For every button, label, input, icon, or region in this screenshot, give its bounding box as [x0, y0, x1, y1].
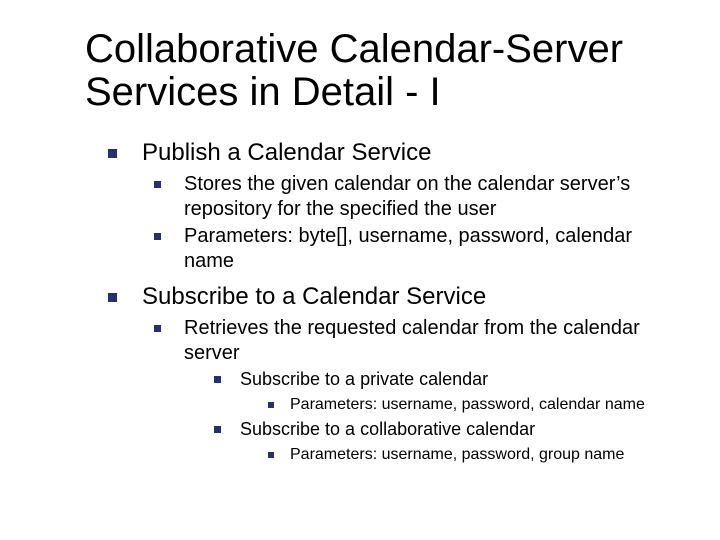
body-text: Parameters: username, password, group na…: [290, 446, 624, 463]
slide-title: Collaborative Calendar-Server Services i…: [85, 28, 680, 114]
list-item: Retrieves the requested calendar from th…: [134, 316, 680, 366]
section-heading: Publish a Calendar Service: [142, 139, 432, 166]
body-text: Stores the given calendar on the calenda…: [184, 173, 630, 220]
section-heading: Subscribe to a Calendar Service: [142, 283, 486, 310]
body-text: Retrieves the requested calendar from th…: [184, 317, 640, 364]
list-item: Parameters: byte[], username, password, …: [134, 224, 680, 274]
sub-item-private: Subscribe to a private calendar: [196, 368, 680, 391]
body-text: Parameters: byte[], username, password, …: [184, 225, 632, 272]
body-text: Subscribe to a collaborative calendar: [240, 419, 535, 439]
list-item: Stores the given calendar on the calenda…: [134, 172, 680, 222]
sub-item-collaborative: Subscribe to a collaborative calendar: [196, 418, 680, 441]
content-list: Publish a Calendar Service Stores the gi…: [90, 138, 680, 466]
body-text: Parameters: username, password, calendar…: [290, 396, 645, 413]
list-item: Parameters: username, password, calendar…: [250, 394, 680, 416]
list-item: Parameters: username, password, group na…: [250, 444, 680, 466]
section-subscribe: Subscribe to a Calendar Service: [90, 282, 680, 312]
slide: Collaborative Calendar-Server Services i…: [0, 0, 720, 540]
section-publish: Publish a Calendar Service: [90, 138, 680, 168]
body-text: Subscribe to a private calendar: [240, 369, 488, 389]
